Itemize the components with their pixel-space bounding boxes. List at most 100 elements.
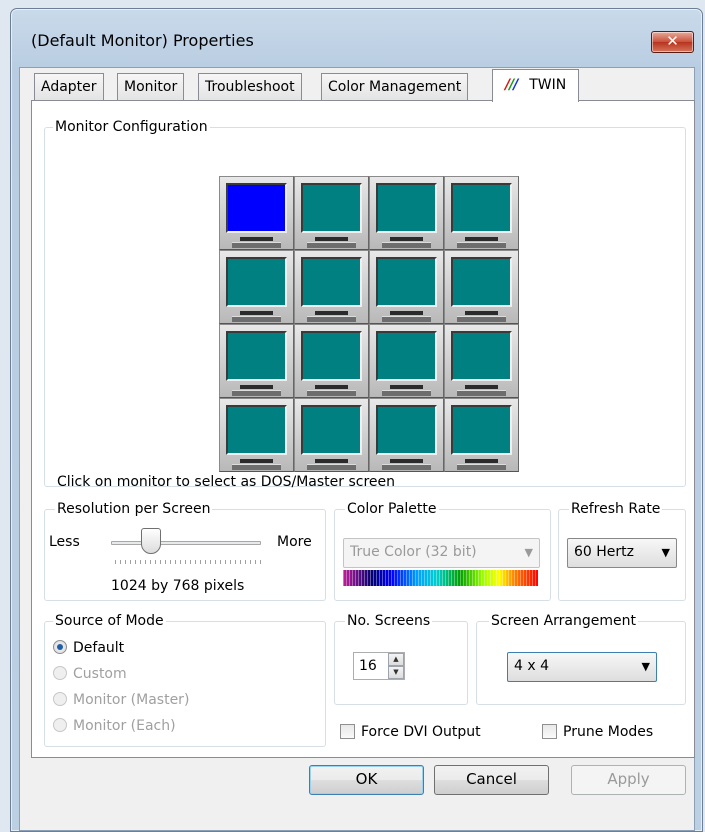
monitor-icon[interactable]	[294, 250, 369, 324]
button-label: OK	[355, 770, 378, 788]
monitor-stand	[240, 311, 273, 315]
radio-label: Monitor (Each)	[73, 718, 176, 734]
close-button[interactable]: ✕	[651, 31, 694, 53]
monitor-screen	[226, 331, 287, 381]
monitor-stand	[390, 237, 423, 241]
monitor-base	[307, 464, 356, 470]
color-palette-select[interactable]: True Color (32 bit) ▼	[343, 538, 540, 568]
monitor-base	[232, 390, 281, 396]
monitor-base	[457, 316, 506, 322]
cancel-button[interactable]: Cancel	[434, 765, 549, 795]
monitor-base	[382, 464, 431, 470]
radio-button	[53, 640, 67, 654]
slider-more-label: More	[277, 534, 312, 550]
radio-label: Custom	[73, 666, 127, 682]
group-label: Source of Mode	[53, 612, 166, 630]
resolution-slider-thumb[interactable]	[141, 528, 161, 554]
monitor-base	[382, 390, 431, 396]
screen-arrangement-select[interactable]: 4 x 4 ▼	[507, 652, 657, 682]
color-spectrum-bar	[343, 570, 538, 586]
stepper-up-button[interactable]: ▲	[388, 653, 404, 666]
radio-custom[interactable]: Custom	[53, 664, 127, 684]
monitor-stand	[240, 459, 273, 463]
prune-modes-checkbox[interactable]: Prune Modes	[542, 721, 653, 743]
monitor-icon[interactable]	[444, 324, 519, 398]
resolution-group: Resolution per Screen Less More 1024 by …	[44, 500, 326, 601]
group-label: Monitor Configuration	[53, 118, 210, 136]
tab-color-management[interactable]: Color Management	[321, 73, 469, 101]
radio-default[interactable]: Default	[53, 638, 124, 658]
monitor-select-hint: Click on monitor to select as DOS/Master…	[57, 474, 396, 490]
apply-button[interactable]: Apply	[571, 765, 686, 795]
monitor-base	[232, 242, 281, 248]
monitor-icon[interactable]	[294, 176, 369, 250]
monitor-icon[interactable]	[294, 398, 369, 472]
select-value: 60 Hertz	[574, 544, 634, 560]
monitor-screen	[226, 257, 287, 307]
monitor-screen	[451, 331, 512, 381]
radio-monitor-each[interactable]: Monitor (Each)	[53, 716, 176, 736]
chevron-down-icon: ▼	[524, 546, 533, 559]
monitor-icon[interactable]	[219, 176, 294, 250]
stepper-down-button[interactable]: ▼	[388, 666, 404, 679]
screen-arrangement-group: Screen Arrangement 4 x 4 ▼	[476, 612, 686, 705]
monitor-stand	[390, 311, 423, 315]
select-value: True Color (32 bit)	[350, 544, 477, 560]
monitor-base	[307, 316, 356, 322]
monitor-icon[interactable]	[369, 250, 444, 324]
tab-troubleshoot[interactable]: Troubleshoot	[198, 73, 302, 101]
monitor-icon[interactable]	[219, 250, 294, 324]
screens-count-stepper[interactable]: 16 ▲ ▼	[353, 652, 405, 680]
monitor-stand	[465, 385, 498, 389]
twin-tab-panel: Monitor Configuration Click on monitor t…	[31, 100, 695, 758]
tab-label: TWIN	[529, 77, 567, 93]
monitor-icon[interactable]	[369, 324, 444, 398]
monitor-base	[457, 464, 506, 470]
monitor-icon[interactable]	[219, 324, 294, 398]
resolution-slider-track[interactable]	[111, 541, 261, 545]
checkbox-label: Force DVI Output	[361, 724, 481, 740]
radio-button	[53, 718, 67, 732]
tab-twin[interactable]: /// TWIN	[492, 69, 580, 102]
force-dvi-checkbox[interactable]: Force DVI Output	[340, 721, 481, 743]
monitor-icon[interactable]	[369, 176, 444, 250]
chevron-down-icon: ▼	[661, 546, 670, 559]
tab-label: Troubleshoot	[205, 79, 295, 95]
monitor-screen	[301, 183, 362, 233]
monitor-screen	[301, 257, 362, 307]
radio-monitor-master[interactable]: Monitor (Master)	[53, 690, 189, 710]
monitor-screen	[451, 257, 512, 307]
monitor-icon[interactable]	[219, 398, 294, 472]
title-bar[interactable]: (Default Monitor) Properties ✕	[11, 9, 702, 63]
tab-adapter[interactable]: Adapter	[34, 73, 104, 101]
button-label: Apply	[607, 770, 650, 788]
refresh-rate-select[interactable]: 60 Hertz ▼	[567, 538, 677, 568]
stepper-buttons: ▲ ▼	[388, 653, 404, 679]
monitor-screen	[376, 405, 437, 455]
checkbox-box	[542, 724, 557, 739]
radio-label: Monitor (Master)	[73, 692, 190, 708]
tab-label: Adapter	[41, 79, 97, 95]
tab-monitor[interactable]: Monitor	[117, 73, 185, 101]
radio-label: Default	[73, 640, 125, 656]
select-value: 4 x 4	[514, 658, 549, 674]
monitor-icon[interactable]	[444, 176, 519, 250]
ok-button[interactable]: OK	[309, 765, 424, 795]
resolution-value: 1024 by 768 pixels	[111, 578, 245, 594]
monitor-base	[382, 242, 431, 248]
window-title: (Default Monitor) Properties	[31, 31, 254, 50]
monitor-stand	[465, 459, 498, 463]
monitor-icon[interactable]	[369, 398, 444, 472]
monitor-icon[interactable]	[444, 250, 519, 324]
monitor-screen	[451, 405, 512, 455]
monitor-icon[interactable]	[444, 398, 519, 472]
monitor-stand	[465, 311, 498, 315]
monitor-screen	[376, 183, 437, 233]
monitor-icon[interactable]	[294, 324, 369, 398]
checkbox-box	[340, 724, 355, 739]
refresh-rate-group: Refresh Rate 60 Hertz ▼	[558, 500, 686, 601]
button-label: Cancel	[466, 770, 517, 788]
monitor-stand	[465, 237, 498, 241]
monitor-stand	[315, 237, 348, 241]
monitor-base	[457, 390, 506, 396]
